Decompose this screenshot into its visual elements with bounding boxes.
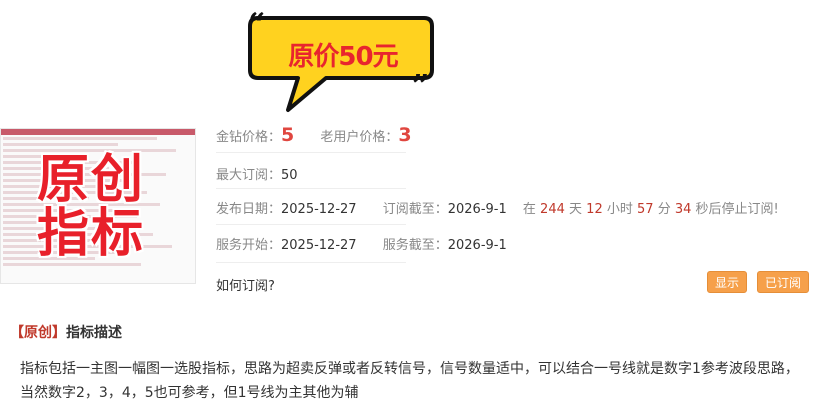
how-to-subscribe-link[interactable]: 如何订阅? bbox=[216, 275, 275, 294]
subscription-deadline-label: 订阅截至： bbox=[382, 202, 448, 217]
divider bbox=[216, 224, 406, 225]
old-user-price-value: 3 bbox=[398, 124, 412, 146]
publish-date-label: 发布日期： bbox=[216, 202, 282, 217]
divider bbox=[216, 152, 406, 153]
svg-text:”: ” bbox=[412, 69, 429, 104]
description-body: 指标包括一主图一幅图一选股指标，思路为超卖反弹或者反转信号，信号数量适中，可以结… bbox=[20, 361, 799, 401]
publish-date-value: 2025-12-27 bbox=[281, 202, 357, 217]
service-end-value: 2026-9-1 bbox=[447, 238, 507, 253]
service-end-label: 服务截至： bbox=[382, 238, 448, 253]
description-heading: 【原创】指标描述 bbox=[10, 322, 122, 342]
price-badge: “ ” 原价50元 bbox=[246, 10, 436, 122]
max-subscription-label: 最大订阅： bbox=[216, 168, 282, 183]
badge-text: 原价50元 bbox=[288, 42, 398, 72]
thumbnail-titlebar bbox=[1, 129, 195, 135]
countdown-minutes: 57 bbox=[637, 202, 654, 217]
gold-price-label: 金钻价格： bbox=[216, 130, 282, 145]
show-button[interactable]: 显示 bbox=[707, 271, 747, 293]
max-subscription-value: 50 bbox=[281, 168, 298, 183]
subscribed-button[interactable]: 已订阅 bbox=[757, 271, 809, 293]
divider bbox=[216, 188, 406, 189]
publish-row: 发布日期：2025-12-27 订阅截至：2026-9-1 在 244 天 12… bbox=[216, 198, 779, 217]
service-row: 服务开始：2025-12-27 服务截至：2026-9-1 bbox=[216, 234, 507, 253]
service-start-label: 服务开始： bbox=[216, 238, 282, 253]
countdown-seconds: 34 bbox=[674, 202, 692, 217]
service-start-value: 2025-12-27 bbox=[281, 238, 357, 253]
product-thumbnail[interactable]: 原创 指标 bbox=[0, 128, 196, 284]
thumbnail-overlay-text: 原创 指标 bbox=[37, 150, 146, 264]
countdown: 在 244 天 12 小时 57 分 34 秒后停止订阅! bbox=[522, 202, 779, 217]
gold-price-value: 5 bbox=[281, 124, 295, 146]
max-subscription-row: 最大订阅：50 bbox=[216, 164, 298, 183]
countdown-days: 244 bbox=[540, 202, 565, 217]
divider bbox=[216, 262, 406, 263]
old-user-price-label: 老用户价格： bbox=[320, 130, 399, 145]
description-title: 指标描述 bbox=[66, 325, 122, 341]
subscription-deadline-value: 2026-9-1 bbox=[447, 202, 507, 217]
pricing-row: 金钻价格：5 老用户价格：3 bbox=[216, 124, 412, 146]
original-tag: 【原创】 bbox=[10, 325, 66, 341]
countdown-hours: 12 bbox=[586, 202, 603, 217]
